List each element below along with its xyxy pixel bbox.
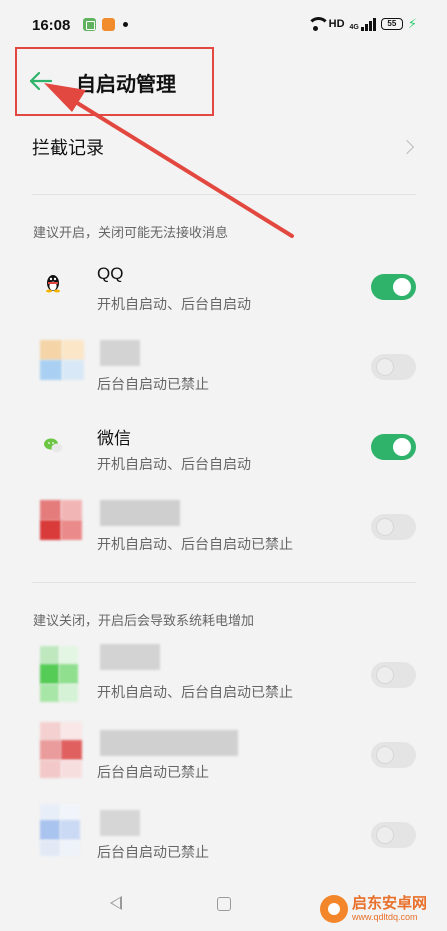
app-status: 开机自启动、后台自启动 bbox=[97, 296, 251, 312]
blurred-app-icon bbox=[40, 500, 82, 540]
divider bbox=[32, 194, 416, 195]
app-status: 开机自启动、后台自启动 bbox=[97, 456, 251, 472]
hd-label: HD bbox=[328, 18, 345, 30]
section-header-recommended-off: 建议关闭，开启后会导致系统耗电增加 bbox=[33, 613, 255, 628]
app-row-wechat: 微信 开机自启动、后台自启动 bbox=[0, 412, 447, 492]
autostart-toggle-qq[interactable] bbox=[371, 274, 416, 300]
screen: 16:08 HD 4G 55 ⚡ 自启动管理 拦截记录 建议开启，关闭可能无法接… bbox=[0, 0, 447, 931]
toggle-knob bbox=[393, 438, 411, 456]
intercept-records-row[interactable]: 拦截记录 bbox=[32, 126, 416, 168]
blurred-app-name bbox=[100, 730, 238, 756]
app-name: QQ bbox=[97, 264, 124, 283]
blurred-app-name bbox=[100, 500, 180, 526]
watermark-text: 启东安卓网 www.qdltdq.com bbox=[352, 895, 427, 923]
battery-level: 55 bbox=[387, 19, 397, 28]
toggle-knob bbox=[376, 746, 394, 764]
network-type-label: 4G bbox=[349, 23, 359, 31]
autostart-toggle-wechat[interactable] bbox=[371, 434, 416, 460]
autostart-toggle[interactable] bbox=[371, 514, 416, 540]
blurred-app-icon bbox=[40, 722, 82, 778]
chevron-right-icon bbox=[399, 139, 415, 155]
blurred-app-name bbox=[100, 644, 160, 670]
charging-icon: ⚡ bbox=[407, 16, 417, 31]
app-row-qq: QQ 开机自启动、后台自启动 bbox=[0, 252, 447, 332]
nav-back-icon[interactable] bbox=[110, 896, 122, 910]
status-indicators: HD 4G 55 ⚡ bbox=[306, 14, 417, 34]
cellular-group: 4G bbox=[349, 17, 376, 31]
nav-home-icon[interactable] bbox=[217, 897, 231, 911]
autostart-toggle[interactable] bbox=[371, 354, 416, 380]
blurred-app-icon bbox=[40, 804, 80, 856]
app-status: 开机自启动、后台自启动已禁止 bbox=[97, 536, 293, 552]
app-status: 后台自启动已禁止 bbox=[97, 764, 209, 780]
section-header-recommended-on: 建议开启，关闭可能无法接收消息 bbox=[33, 225, 229, 240]
toggle-knob bbox=[376, 518, 394, 536]
watermark: 启东安卓网 www.qdltdq.com bbox=[320, 890, 445, 928]
toggle-knob bbox=[393, 278, 411, 296]
intercept-records-label: 拦截记录 bbox=[32, 138, 104, 158]
app-status: 后台自启动已禁止 bbox=[97, 376, 209, 392]
toggle-knob bbox=[376, 358, 394, 376]
autostart-toggle[interactable] bbox=[371, 822, 416, 848]
toggle-knob bbox=[376, 666, 394, 684]
annotation-highlight-box bbox=[15, 47, 214, 116]
notification-app-icon-2 bbox=[102, 18, 115, 31]
status-bar: 16:08 HD 4G 55 ⚡ bbox=[0, 0, 447, 52]
signal-icon bbox=[360, 17, 376, 31]
toggle-knob bbox=[376, 826, 394, 844]
app-status: 后台自启动已禁止 bbox=[97, 844, 209, 860]
watermark-name: 启东安卓网 bbox=[352, 895, 428, 912]
app-row-blurred: 开机自启动、后台自启动已禁止 bbox=[0, 640, 447, 720]
app-name: 微信 bbox=[97, 429, 131, 448]
blurred-app-icon bbox=[40, 340, 84, 380]
notification-app-icon bbox=[83, 18, 96, 31]
app-row-blurred: 开机自启动、后台自启动已禁止 bbox=[0, 492, 447, 572]
blurred-app-icon bbox=[40, 646, 78, 702]
battery-icon: 55 bbox=[380, 18, 403, 30]
watermark-logo-icon bbox=[320, 895, 348, 923]
divider bbox=[32, 582, 416, 583]
blurred-app-name bbox=[100, 340, 140, 366]
autostart-toggle[interactable] bbox=[371, 742, 416, 768]
app-row-blurred: 后台自启动已禁止 bbox=[0, 720, 447, 800]
app-row-blurred: 后台自启动已禁止 bbox=[0, 332, 447, 412]
wechat-icon bbox=[40, 426, 80, 466]
app-row-blurred: 后台自启动已禁止 bbox=[0, 800, 447, 880]
qq-icon bbox=[40, 266, 80, 306]
watermark-url: www.qdltdq.com bbox=[352, 912, 418, 922]
status-time: 16:08 bbox=[32, 17, 71, 34]
autostart-toggle[interactable] bbox=[371, 662, 416, 688]
app-status: 开机自启动、后台自启动已禁止 bbox=[97, 684, 293, 700]
blurred-app-name bbox=[100, 810, 140, 836]
notification-dot-icon bbox=[123, 22, 128, 27]
wifi-icon bbox=[306, 17, 330, 31]
